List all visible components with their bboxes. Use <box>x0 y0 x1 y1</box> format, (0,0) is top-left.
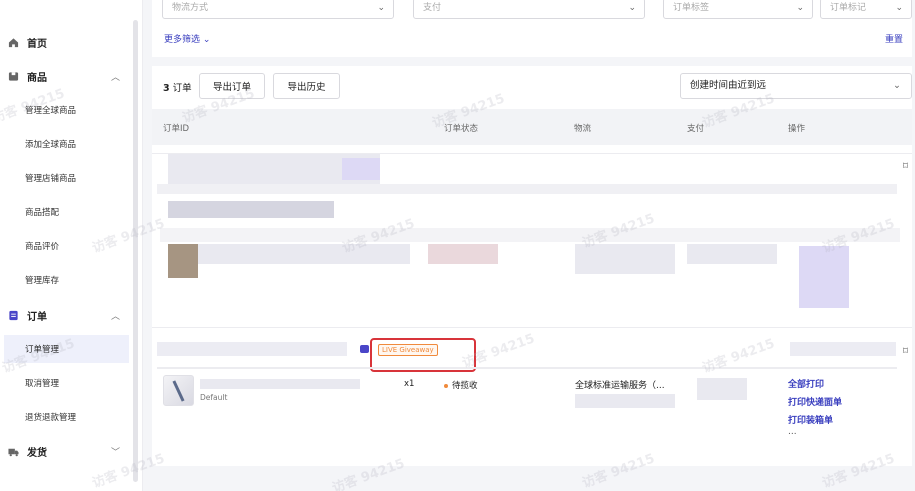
export-history-button[interactable]: 导出历史 <box>273 73 340 99</box>
order-status-label: 待揽收 <box>452 381 478 391</box>
chevron-down-icon: ⌄ <box>893 80 901 91</box>
order-status: 待揽收 <box>444 379 478 391</box>
sidebar-item-label: 商品评价 <box>25 242 60 252</box>
sidebar-item-label: 订单管理 <box>25 345 60 355</box>
row-divider <box>157 367 897 369</box>
more-actions-button[interactable]: ... <box>788 427 797 437</box>
print-shipping-label-link[interactable]: 打印快递面单 <box>788 395 842 408</box>
sidebar-item-manage-store-products[interactable]: 管理店铺商品 <box>4 164 129 192</box>
more-filters-label: 更多筛选 <box>164 35 201 45</box>
sidebar-item-label: 添加全球商品 <box>25 140 77 150</box>
reset-button[interactable]: 重置 <box>885 32 903 45</box>
sort-select-value: 创建时间由近到远 <box>690 80 767 91</box>
print-all-link[interactable]: 全部打印 <box>788 377 824 390</box>
chevron-down-icon: ⌄ <box>377 3 385 13</box>
order-icon <box>9 310 18 320</box>
sidebar-item-label: 取消管理 <box>25 379 60 389</box>
sidebar-group-label: 首页 <box>27 38 47 50</box>
redacted-block <box>687 244 777 264</box>
sidebar-item-manage-inventory[interactable]: 管理库存 <box>4 266 129 294</box>
redacted-order-id <box>157 342 347 356</box>
select-placeholder: 订单标签 <box>673 3 710 13</box>
delivery-method-select[interactable]: 物流方式 ⌄ <box>162 0 394 19</box>
sidebar-item-label: 管理店铺商品 <box>25 174 77 184</box>
select-placeholder: 订单标记 <box>830 3 867 13</box>
order-count: 3 订单 <box>163 80 192 94</box>
redacted-block <box>168 201 334 218</box>
status-dot-icon <box>444 383 448 388</box>
table-header: 订单ID 订单状态 物流 支付 操作 <box>152 109 912 145</box>
redacted-block <box>160 228 900 242</box>
redacted-product-name <box>200 379 360 389</box>
redacted-block <box>697 378 747 400</box>
truck-icon <box>8 448 19 456</box>
redacted-thumbnail <box>168 244 198 278</box>
sidebar-item-label: 管理全球商品 <box>25 106 77 116</box>
sidebar-group-products[interactable]: 商品 ︿ <box>0 65 132 87</box>
print-packing-slip-link[interactable]: 打印装箱单 <box>788 413 833 426</box>
sidebar-item-product-bundles[interactable]: 商品搭配 <box>4 198 129 226</box>
sort-select[interactable]: 创建时间由近到远 ⌄ <box>680 73 912 99</box>
order-tag-select[interactable]: 订单标签 ⌄ <box>663 0 813 19</box>
sidebar-group-orders[interactable]: 订单 ︿ <box>0 304 132 326</box>
bookmark-icon[interactable]: ⌑ <box>903 161 908 172</box>
chevron-up-icon: ︿ <box>110 73 120 83</box>
chevron-down-icon: ⌄ <box>628 3 636 13</box>
redacted-block <box>157 184 897 194</box>
filter-panel: 物流方式 ⌄ 支付 ⌄ 订单标签 ⌄ 订单标记 ⌄ 更多筛选 ⌄ 重置 <box>152 0 912 57</box>
sidebar-item-cancel-management[interactable]: 取消管理 <box>4 369 129 397</box>
sidebar-scrollbar[interactable] <box>133 20 138 482</box>
sidebar-item-label: 管理库存 <box>25 276 60 286</box>
chevron-down-icon: ⌄ <box>202 35 211 45</box>
sidebar-group-label: 商品 <box>27 72 47 84</box>
chevron-down-icon: ⌄ <box>895 3 903 13</box>
sidebar-group-shipping[interactable]: 发货 ﹀ <box>0 440 132 462</box>
orders-panel: 3 订单 导出订单 导出历史 创建时间由近到远 ⌄ 订单ID 订单状态 物流 支… <box>152 66 912 466</box>
redacted-block <box>342 158 380 180</box>
product-variant: Default <box>200 393 228 402</box>
redacted-block <box>428 244 498 264</box>
product-thumbnail <box>163 375 194 406</box>
sidebar-group-label: 订单 <box>27 311 47 323</box>
payment-select[interactable]: 支付 ⌄ <box>413 0 645 19</box>
redacted-block <box>575 244 675 274</box>
redacted-block <box>198 244 410 264</box>
column-header: 支付 <box>687 124 705 134</box>
chevron-up-icon: ︿ <box>110 312 120 322</box>
chevron-down-icon: ⌄ <box>796 3 804 13</box>
column-header: 操作 <box>788 124 806 134</box>
redacted-block <box>790 342 896 356</box>
select-placeholder: 物流方式 <box>172 3 209 13</box>
box-icon <box>8 71 19 81</box>
sidebar-item-returns-refunds[interactable]: 退货退款管理 <box>4 403 129 431</box>
select-placeholder: 支付 <box>423 3 442 13</box>
sidebar-item-product-reviews[interactable]: 商品评价 <box>4 232 129 260</box>
product-quantity: x1 <box>404 379 415 389</box>
sidebar-group-home[interactable]: 首页 <box>0 31 132 53</box>
sidebar-item-label: 退货退款管理 <box>25 413 77 423</box>
bookmark-icon[interactable]: ⌑ <box>903 346 908 357</box>
sidebar: 首页 商品 ︿ 管理全球商品 添加全球商品 管理店铺商品 商品搭配 商品评价 管… <box>0 0 143 491</box>
column-header: 订单状态 <box>444 124 479 134</box>
sidebar-item-manage-global-products[interactable]: 管理全球商品 <box>4 96 129 124</box>
sidebar-item-add-global-product[interactable]: 添加全球商品 <box>4 130 129 158</box>
export-orders-button[interactable]: 导出订单 <box>199 73 265 99</box>
home-icon <box>8 37 19 47</box>
order-count-number: 3 <box>163 83 170 94</box>
sidebar-group-label: 发货 <box>27 447 47 459</box>
sidebar-item-label: 商品搭配 <box>25 208 60 218</box>
more-filters-link[interactable]: 更多筛选 ⌄ <box>164 32 210 45</box>
column-header: 物流 <box>574 124 592 134</box>
sidebar-item-order-management[interactable]: 订单管理 <box>4 335 129 363</box>
redacted-block <box>575 394 675 408</box>
logistics-service: 全球标准运输服务（... <box>575 381 665 391</box>
chevron-down-icon: ﹀ <box>110 448 120 458</box>
column-header: 订单ID <box>163 124 190 134</box>
order-count-unit: 订单 <box>172 83 192 94</box>
redacted-block <box>799 246 849 308</box>
chat-icon[interactable] <box>360 345 369 353</box>
order-mark-select[interactable]: 订单标记 ⌄ <box>820 0 912 19</box>
